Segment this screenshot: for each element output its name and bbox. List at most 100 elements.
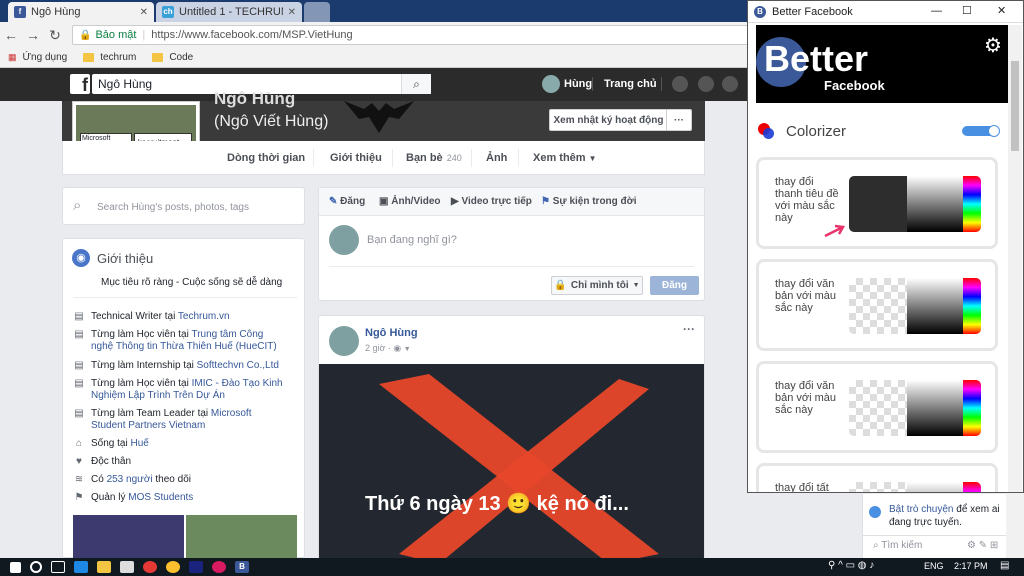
store-icon[interactable] — [120, 561, 134, 573]
avatar[interactable] — [542, 75, 560, 93]
reload-icon[interactable]: ↻ — [44, 27, 66, 44]
intro-link[interactable]: Techrum.vn — [178, 311, 230, 322]
composer-input[interactable]: Bạn đang nghĩ gì? — [367, 234, 457, 246]
shade-picker[interactable] — [907, 176, 963, 232]
windows-start-icon[interactable] — [10, 561, 21, 573]
featured-photo[interactable] — [186, 515, 297, 559]
intro-link[interactable]: 253 người — [107, 474, 153, 485]
avatar[interactable] — [329, 326, 359, 356]
post-author[interactable]: Ngô Hùng — [365, 327, 418, 339]
tab-timeline[interactable]: Dòng thời gian — [227, 152, 305, 164]
tab-about[interactable]: Giới thiệu — [330, 152, 382, 164]
photoshop-icon[interactable] — [189, 561, 203, 573]
folder-icon — [83, 53, 95, 62]
transparent-color-swatch[interactable] — [849, 380, 907, 436]
composer-tab-live[interactable]: ▶ Video trực tiếp — [451, 196, 532, 207]
hue-slider[interactable] — [963, 380, 981, 436]
post-time[interactable]: 2 giờ · ◉ ▼ — [365, 343, 411, 354]
search-icon[interactable] — [30, 561, 42, 573]
color-card-all: thay đổi tất — [756, 463, 998, 492]
rss-icon: ≋ — [74, 474, 84, 485]
system-tray-icons[interactable]: ⚲ ^ ▭ ◍ ♪ — [828, 560, 874, 571]
hue-slider[interactable] — [963, 176, 981, 232]
bookmark-techrum[interactable]: techrum — [75, 52, 136, 63]
better-facebook-taskbar-icon[interactable]: B — [235, 561, 249, 573]
transparent-color-swatch[interactable] — [849, 278, 907, 334]
messages-icon[interactable] — [698, 76, 714, 92]
post-button[interactable]: Đăng — [650, 276, 699, 295]
home-link[interactable]: Trang chủ — [604, 78, 657, 90]
activity-log-button[interactable]: Xem nhật ký hoạt động — [549, 109, 668, 131]
close-icon[interactable]: ✕ — [288, 7, 296, 18]
opera-icon[interactable] — [143, 561, 157, 573]
bookmark-code[interactable]: Code — [144, 52, 193, 63]
intro-link[interactable]: MOS Students — [128, 492, 193, 503]
post-image-caption: Thứ 6 ngày 13 🙂 kệ nó đi... — [365, 493, 629, 515]
forward-icon[interactable]: → — [22, 27, 44, 43]
featured-photo[interactable] — [73, 515, 184, 559]
post-menu-icon[interactable]: ··· — [683, 322, 695, 336]
tab-friends[interactable]: Bạn bè 240 — [406, 152, 462, 164]
shade-picker[interactable] — [907, 482, 963, 492]
globe-icon: ◉ — [72, 249, 90, 267]
chat-search-input[interactable]: ⌕ Tìm kiếm — [873, 540, 922, 551]
privacy-selector[interactable]: 🔒 Chỉ mình tôi ▼ — [551, 276, 643, 295]
panel-scrollbar[interactable] — [1008, 25, 1022, 492]
notifications-icon[interactable] — [722, 76, 738, 92]
tab-ngo-hung[interactable]: f Ngô Hùng ✕ — [8, 2, 154, 22]
address-bar[interactable]: 🔒 Bảo mật | https://www.facebook.com/MSP… — [72, 25, 748, 45]
caret-down-icon: ▼ — [403, 346, 411, 353]
shade-picker[interactable] — [907, 278, 963, 334]
maximize-icon[interactable]: ☐ — [962, 4, 972, 17]
hue-slider[interactable] — [963, 482, 981, 492]
more-button[interactable]: ··· — [666, 109, 692, 131]
composer-tab-post[interactable]: ✎ Đăng — [329, 196, 365, 207]
gear-icon[interactable]: ⚙ — [984, 33, 1002, 58]
intro-text: Từng làm Học viên tại — [91, 329, 192, 340]
minimize-icon[interactable]: — — [931, 5, 942, 17]
composer-tab-photo[interactable]: ▣ Ảnh/Video — [379, 196, 441, 207]
tab-untitled[interactable]: ch Untitled 1 - TECHRUM.VI ✕ — [156, 2, 302, 22]
profile-link[interactable]: Hùng — [564, 78, 592, 90]
scrollbar-thumb[interactable] — [1011, 61, 1019, 151]
tab-friends-label: Bạn bè — [406, 152, 443, 164]
pencil-icon: ✎ — [329, 196, 338, 207]
composer-tab-label: Đăng — [340, 196, 366, 207]
composer-tab-event[interactable]: ⚑ Sự kiện trong đời — [541, 196, 637, 207]
edge-icon[interactable] — [74, 561, 88, 573]
enable-chat-link[interactable]: Bật trò chuyện — [889, 504, 953, 515]
window-title-bar[interactable]: B Better Facebook — ☐ ✕ — [748, 1, 1023, 23]
tab-more[interactable]: Xem thêm ▼ — [533, 152, 597, 164]
selected-color-swatch[interactable] — [849, 176, 907, 232]
transparent-color-swatch[interactable] — [849, 482, 907, 492]
post-image[interactable]: Thứ 6 ngày 13 🙂 kệ nó đi... — [319, 364, 704, 559]
bookmark-apps[interactable]: ▦ Ứng dụng — [8, 52, 67, 63]
friend-requests-icon[interactable] — [672, 76, 688, 92]
notification-center-icon[interactable]: ▤ — [1000, 560, 1009, 571]
language-indicator[interactable]: ENG — [924, 561, 944, 571]
hue-slider[interactable] — [963, 278, 981, 334]
back-icon[interactable]: ← — [0, 27, 22, 43]
app-icon[interactable] — [212, 561, 226, 573]
intro-text: Từng làm Internship tại — [91, 360, 197, 371]
intro-link[interactable]: Huế — [130, 438, 148, 449]
timeline-search[interactable]: ⌕ Search Hùng's posts, photos, tags — [62, 187, 305, 225]
colorizer-toggle[interactable] — [962, 125, 1000, 137]
intro-text: Quản lý — [91, 492, 129, 503]
clock[interactable]: 2:17 PM — [954, 561, 988, 571]
close-icon[interactable]: ✕ — [997, 4, 1006, 17]
file-explorer-icon[interactable] — [97, 561, 111, 573]
shade-picker[interactable] — [907, 380, 963, 436]
color-card-label: thay đổi văn bản với màu sắc này — [775, 380, 837, 416]
chat-options-icons[interactable]: ⚙ ✎ ⊞ — [967, 540, 998, 551]
close-icon[interactable]: ✕ — [140, 7, 148, 18]
tab-photos[interactable]: Ảnh — [486, 152, 507, 164]
intro-link[interactable]: Softtechvn Co.,Ltd — [197, 360, 279, 371]
task-view-icon[interactable] — [51, 561, 65, 573]
intro-title: Giới thiệu — [97, 251, 154, 266]
facebook-logo-icon[interactable]: f — [70, 74, 90, 95]
new-tab-button[interactable] — [304, 2, 330, 22]
search-icon[interactable]: ⌕ — [401, 74, 431, 94]
color-card-titlebar: thay đổi thanh tiêu đề với màu sắc này — [756, 157, 998, 249]
chrome-icon[interactable] — [166, 561, 180, 573]
